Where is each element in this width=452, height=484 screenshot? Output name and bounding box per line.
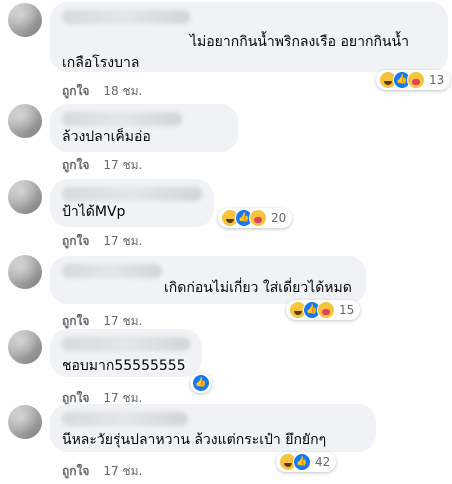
like-icon: 👍 bbox=[192, 374, 210, 392]
like-button[interactable]: ถูกใจ bbox=[62, 464, 89, 478]
comment-bubble: ป้าได้MVp bbox=[50, 179, 214, 227]
reaction-count: 13 bbox=[429, 73, 445, 87]
comment-actions: ถูกใจ 18 ชม. bbox=[62, 82, 142, 101]
comment-bubble: นีหละวัยรุ่นปลาหวาน ล้วงแต่กระเป๋า ยึกยั… bbox=[50, 404, 376, 452]
comment-text: ไม่อยากกินน้ำพริกลงเรือ อยากกินน้ำ bbox=[190, 34, 409, 50]
comment-actions: ถูกใจ 17 ชม. bbox=[62, 462, 142, 481]
author-name[interactable] bbox=[62, 112, 182, 126]
like-button[interactable]: ถูกใจ bbox=[62, 84, 89, 98]
comment-bubble: ชอบมาก55555555 bbox=[50, 329, 202, 377]
author-name[interactable] bbox=[62, 264, 162, 278]
avatar[interactable] bbox=[8, 104, 42, 138]
like-button[interactable]: ถูกใจ bbox=[62, 314, 89, 328]
comment-actions: ถูกใจ 17 ชม. bbox=[62, 232, 142, 251]
care-icon bbox=[249, 209, 267, 227]
comment-text: ป้าได้MVp bbox=[62, 204, 126, 220]
avatar[interactable] bbox=[8, 255, 42, 289]
reaction-summary[interactable]: 👍 42 bbox=[276, 452, 337, 472]
comment-bubble: ล้วงปลาเค็มอ่อ bbox=[50, 104, 238, 152]
author-name[interactable] bbox=[62, 337, 190, 351]
reaction-count: 15 bbox=[339, 303, 355, 317]
avatar[interactable] bbox=[8, 330, 42, 364]
timestamp[interactable]: 17 ชม. bbox=[103, 314, 142, 328]
avatar[interactable] bbox=[8, 180, 42, 214]
comment-bubble: ไม่อยากกินน้ำพริกลงเรือ อยากกินน้ำ เกลือ… bbox=[50, 2, 448, 72]
comment-text: เกิดก่อนไม่เกี่ยว ใส่เดี่ยวได้หมด bbox=[164, 280, 352, 296]
comment-text: นีหละวัยรุ่นปลาหวาน ล้วงแต่กระเป๋า ยึกยั… bbox=[62, 432, 327, 448]
author-name[interactable] bbox=[62, 187, 202, 201]
timestamp[interactable]: 18 ชม. bbox=[103, 84, 142, 98]
reaction-summary[interactable]: 👍 15 bbox=[286, 300, 361, 320]
comment-text: เกลือโรงบาล bbox=[62, 55, 140, 71]
reaction-summary[interactable]: 👍 bbox=[190, 373, 212, 393]
like-button[interactable]: ถูกใจ bbox=[62, 158, 89, 172]
comment-text: ชอบมาก55555555 bbox=[62, 358, 186, 374]
like-icon: 👍 bbox=[293, 453, 311, 471]
comment-text: ล้วงปลาเค็มอ่อ bbox=[62, 129, 151, 145]
author-name[interactable] bbox=[62, 412, 188, 426]
reaction-count: 20 bbox=[271, 211, 287, 225]
avatar[interactable] bbox=[8, 3, 42, 37]
like-button[interactable]: ถูกใจ bbox=[62, 234, 89, 248]
avatar[interactable] bbox=[8, 405, 42, 439]
author-name[interactable] bbox=[62, 10, 190, 24]
reaction-count: 42 bbox=[315, 455, 331, 469]
comment-bubble: เกิดก่อนไม่เกี่ยว ใส่เดี่ยวได้หมด bbox=[50, 256, 366, 304]
timestamp[interactable]: 17 ชม. bbox=[103, 234, 142, 248]
like-button[interactable]: ถูกใจ bbox=[62, 391, 89, 405]
timestamp[interactable]: 17 ชม. bbox=[103, 158, 142, 172]
reaction-summary[interactable]: 👍 20 bbox=[218, 208, 293, 228]
comment-actions: ถูกใจ 17 ชม. bbox=[62, 156, 142, 175]
reaction-summary[interactable]: 👍 13 bbox=[376, 70, 451, 90]
care-icon bbox=[407, 71, 425, 89]
timestamp[interactable]: 17 ชม. bbox=[103, 391, 142, 405]
care-icon bbox=[317, 301, 335, 319]
timestamp[interactable]: 17 ชม. bbox=[103, 464, 142, 478]
